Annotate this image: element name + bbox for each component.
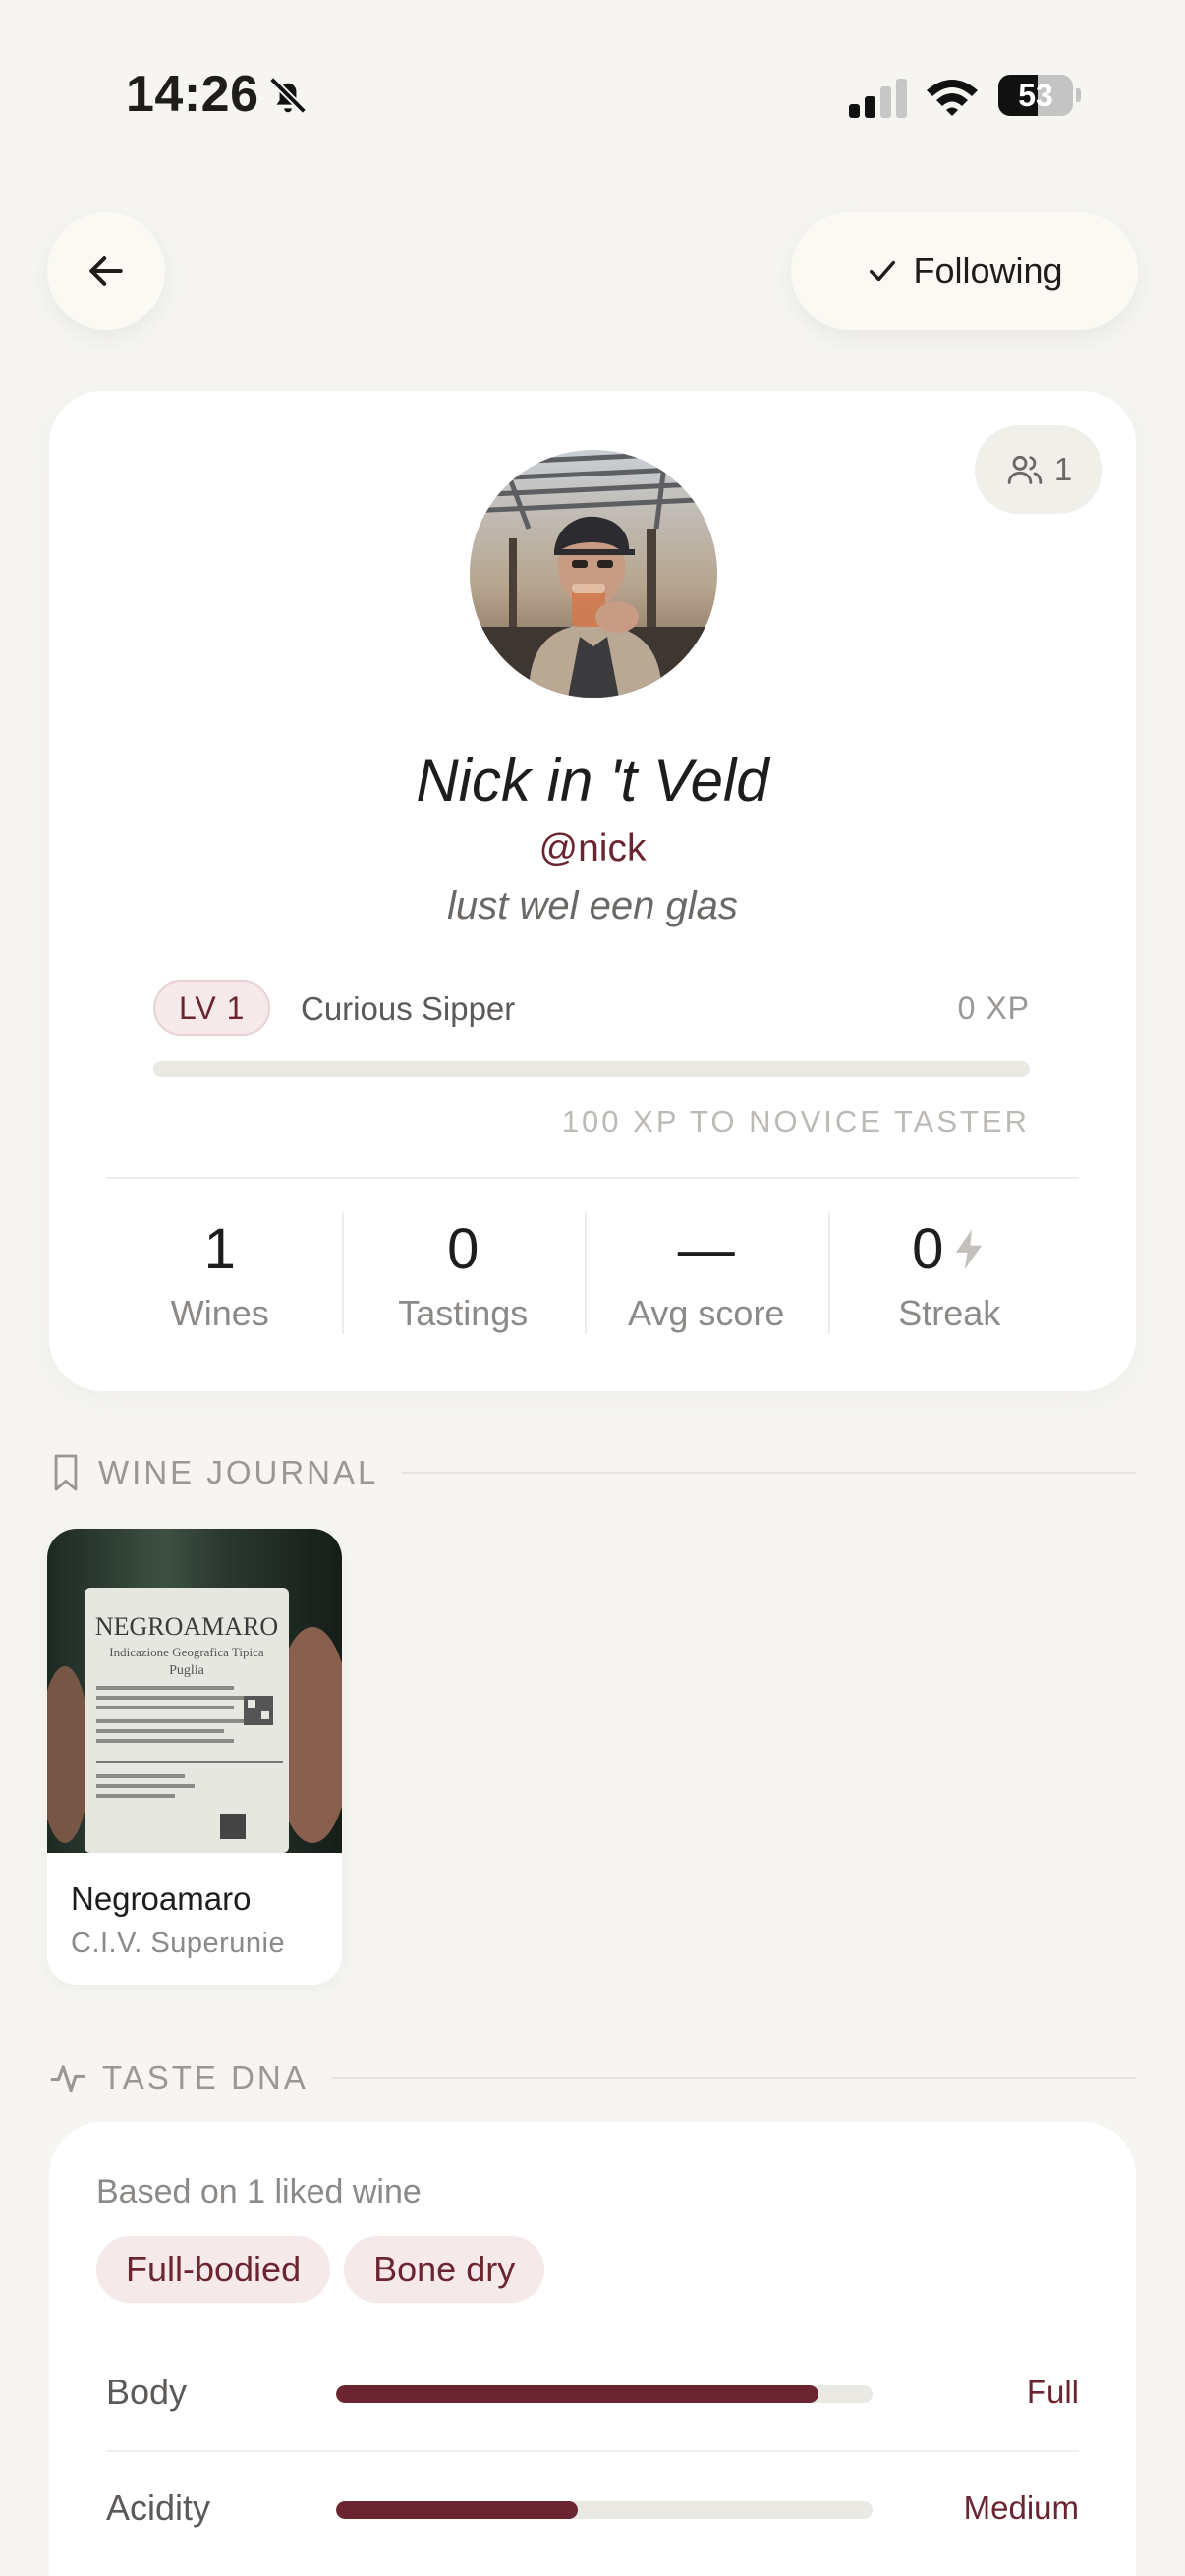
xp-progress-bar xyxy=(153,1061,1030,1077)
avatar xyxy=(470,450,717,698)
stat-avg-score[interactable]: — Avg score xyxy=(585,1212,828,1342)
wifi-icon xyxy=(927,80,978,116)
trait-row-acidity: Acidity Medium xyxy=(106,2450,1079,2564)
stat-tastings[interactable]: 0 Tastings xyxy=(341,1212,586,1342)
following-button[interactable]: Following xyxy=(791,212,1138,330)
status-time: 14:26 xyxy=(126,66,259,123)
xp-to-next-level: 100 XP TO NOVICE TASTER xyxy=(561,1104,1030,1139)
wine-name: Negroamaro xyxy=(71,1880,252,1917)
status-bar: 14:26 53 xyxy=(0,0,1185,167)
checkmark-icon xyxy=(870,260,896,282)
stat-streak[interactable]: 0 Streak xyxy=(827,1212,1072,1342)
wine-photo: NEGROAMARO Indicazione Geografica Tipica… xyxy=(47,1529,342,1853)
section-title: WINE JOURNAL xyxy=(98,1454,379,1490)
stat-label: Wines xyxy=(170,1293,269,1333)
followers-count: 1 xyxy=(1053,451,1073,487)
followers-button[interactable]: 1 xyxy=(975,425,1102,514)
wine-card[interactable]: NEGROAMARO Indicazione Geografica Tipica… xyxy=(47,1529,342,1985)
stat-value: 0 xyxy=(828,1212,1072,1287)
trait-row-body: Body Full xyxy=(106,2336,1079,2450)
divider xyxy=(106,1177,1079,1179)
trait-bar-fill xyxy=(336,2501,578,2519)
lightning-icon xyxy=(956,1229,983,1270)
bookmark-icon xyxy=(54,1454,78,1491)
level-row: LV 1 Curious Sipper 0 XP xyxy=(153,980,1030,1036)
wine-journal-header: WINE JOURNAL xyxy=(49,1448,1136,1497)
stat-label: Avg score xyxy=(628,1293,785,1333)
cellular-signal-icon xyxy=(849,79,907,118)
xp-value: 0 XP xyxy=(957,990,1030,1026)
stat-value: — xyxy=(677,1217,735,1281)
trait-bar-fill xyxy=(336,2385,819,2403)
display-name: Nick in 't Veld xyxy=(416,748,769,813)
stat-label: Tastings xyxy=(398,1293,529,1333)
bio: lust wel een glas xyxy=(447,884,738,927)
taste-dna-basis: Based on 1 liked wine xyxy=(96,2173,422,2211)
activity-pulse-icon xyxy=(50,2065,85,2093)
wine-producer: C.I.V. Superunie xyxy=(71,1928,286,1959)
stat-label: Streak xyxy=(898,1293,1001,1333)
trait-value: Full xyxy=(1026,2374,1079,2410)
battery-icon: 53 xyxy=(998,75,1081,116)
label-main: NEGROAMARO xyxy=(95,1612,278,1641)
taste-dna-header: TASTE DNA xyxy=(49,2053,1136,2102)
bell-off-icon xyxy=(268,76,308,115)
battery-percentage: 53 xyxy=(1018,78,1053,113)
trait-value: Medium xyxy=(963,2490,1079,2526)
trait-label: Body xyxy=(106,2372,188,2412)
back-button[interactable] xyxy=(47,212,165,330)
taste-tags: Full-bodied Bone dry xyxy=(96,2236,545,2303)
taste-dna-card: Based on 1 liked wine Full-bodied Bone d… xyxy=(49,2122,1136,2576)
level-badge: LV 1 xyxy=(153,980,271,1036)
stat-value: 1 xyxy=(203,1217,236,1281)
trait-label: Acidity xyxy=(106,2488,211,2528)
divider xyxy=(402,1472,1136,1474)
divider xyxy=(331,2077,1136,2079)
level-title: Curious Sipper xyxy=(301,990,516,1027)
taste-tag: Full-bodied xyxy=(96,2236,331,2303)
profile-card: 1 Nick in 't Veld @nick lust wel een gla… xyxy=(49,391,1136,1391)
label-region: Puglia xyxy=(169,1663,205,1678)
following-label: Following xyxy=(913,251,1063,291)
stats-row: 1 Wines 0 Tastings — Avg score 0 Streak xyxy=(98,1212,1071,1342)
arrow-left-icon xyxy=(89,256,123,286)
label-sub: Indicazione Geografica Tipica xyxy=(109,1645,264,1659)
trait-bar xyxy=(336,2501,873,2519)
stat-wines[interactable]: 1 Wines xyxy=(98,1212,342,1342)
section-title: TASTE DNA xyxy=(102,2059,309,2096)
taste-tag: Bone dry xyxy=(344,2236,545,2303)
users-icon xyxy=(1007,455,1043,484)
stat-value: 0 xyxy=(447,1217,480,1281)
trait-bar xyxy=(336,2385,873,2403)
username-handle: @nick xyxy=(538,827,647,869)
